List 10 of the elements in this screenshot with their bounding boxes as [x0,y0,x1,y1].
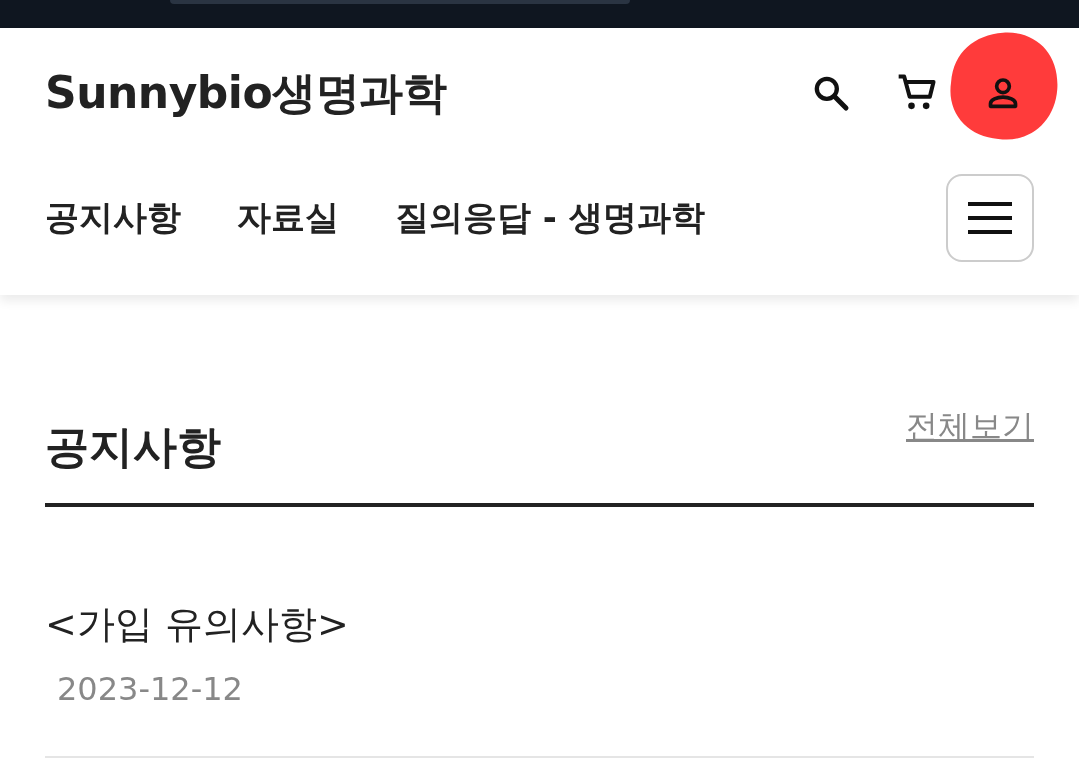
site-logo[interactable]: Sunnybio생명과학 [45,63,447,123]
nav-tab[interactable]: 질의응답 - 생명과학 [395,195,705,241]
notice-title[interactable]: <가입 유의사항> [45,599,1034,650]
notice-date: 2023-12-12 [56,670,244,708]
view-all-link[interactable]: 전체보기 [906,405,1034,449]
section-title: 공지사항 [45,420,221,474]
menu-icon [966,200,1014,236]
menu-button[interactable] [946,174,1034,262]
nav-tab[interactable]: 공지사항 [45,195,181,241]
nav-tab[interactable]: 자료실 [237,195,339,241]
